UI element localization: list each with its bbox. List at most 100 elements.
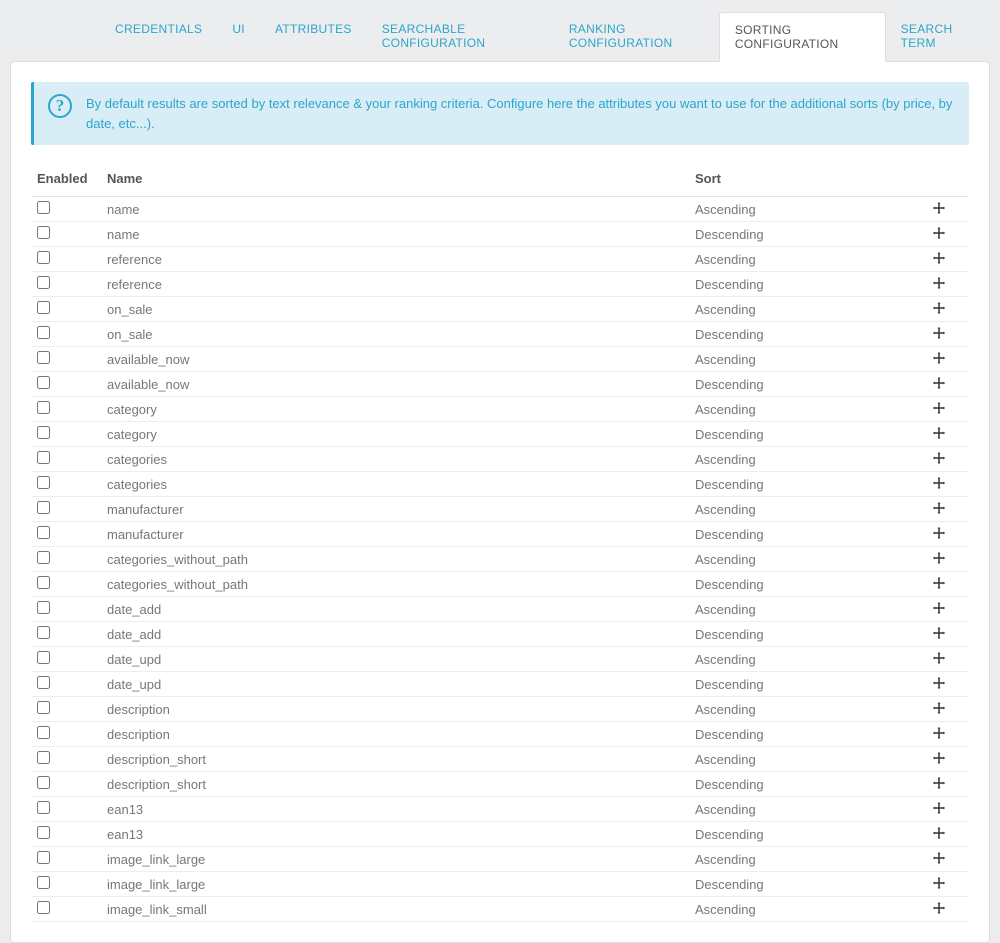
enabled-checkbox[interactable]: [37, 776, 50, 789]
enabled-checkbox[interactable]: [37, 851, 50, 864]
move-icon[interactable]: [933, 877, 945, 892]
enabled-checkbox[interactable]: [37, 376, 50, 389]
cell-sort: Descending: [689, 322, 909, 347]
enabled-checkbox[interactable]: [37, 601, 50, 614]
table-row: date_addAscending: [31, 597, 969, 622]
enabled-checkbox[interactable]: [37, 451, 50, 464]
enabled-checkbox[interactable]: [37, 226, 50, 239]
move-icon[interactable]: [933, 777, 945, 792]
enabled-checkbox[interactable]: [37, 351, 50, 364]
move-icon[interactable]: [933, 352, 945, 367]
cell-sort: Descending: [689, 822, 909, 847]
enabled-checkbox[interactable]: [37, 326, 50, 339]
move-icon[interactable]: [933, 802, 945, 817]
cell-enabled: [31, 497, 101, 522]
cell-sort: Descending: [689, 372, 909, 397]
tab-credentials[interactable]: CREDENTIALS: [100, 12, 217, 62]
enabled-checkbox[interactable]: [37, 476, 50, 489]
move-icon[interactable]: [933, 277, 945, 292]
move-icon[interactable]: [933, 577, 945, 592]
enabled-checkbox[interactable]: [37, 526, 50, 539]
enabled-checkbox[interactable]: [37, 801, 50, 814]
move-icon[interactable]: [933, 402, 945, 417]
enabled-checkbox[interactable]: [37, 701, 50, 714]
enabled-checkbox[interactable]: [37, 201, 50, 214]
enabled-checkbox[interactable]: [37, 676, 50, 689]
tab-attributes[interactable]: ATTRIBUTES: [260, 12, 367, 62]
move-icon[interactable]: [933, 827, 945, 842]
table-row: referenceDescending: [31, 272, 969, 297]
move-icon[interactable]: [933, 502, 945, 517]
cell-enabled: [31, 897, 101, 922]
move-icon[interactable]: [933, 302, 945, 317]
cell-enabled: [31, 572, 101, 597]
move-icon[interactable]: [933, 202, 945, 217]
cell-name: categories: [101, 472, 689, 497]
cell-drag: [909, 447, 969, 472]
enabled-checkbox[interactable]: [37, 276, 50, 289]
tab-ranking-configuration[interactable]: RANKING CONFIGURATION: [554, 12, 719, 62]
enabled-checkbox[interactable]: [37, 501, 50, 514]
move-icon[interactable]: [933, 252, 945, 267]
enabled-checkbox[interactable]: [37, 826, 50, 839]
move-icon[interactable]: [933, 702, 945, 717]
enabled-checkbox[interactable]: [37, 301, 50, 314]
move-icon[interactable]: [933, 377, 945, 392]
enabled-checkbox[interactable]: [37, 876, 50, 889]
tab-sorting-configuration[interactable]: SORTING CONFIGURATION: [719, 12, 886, 62]
move-icon[interactable]: [933, 552, 945, 567]
cell-name: reference: [101, 272, 689, 297]
move-icon[interactable]: [933, 677, 945, 692]
move-icon[interactable]: [933, 427, 945, 442]
cell-name: categories_without_path: [101, 547, 689, 572]
table-row: date_updAscending: [31, 647, 969, 672]
table-row: date_updDescending: [31, 672, 969, 697]
enabled-checkbox[interactable]: [37, 426, 50, 439]
tab-search-term[interactable]: SEARCH TERM: [886, 12, 990, 62]
move-icon[interactable]: [933, 627, 945, 642]
table-row: nameDescending: [31, 222, 969, 247]
enabled-checkbox[interactable]: [37, 401, 50, 414]
move-icon[interactable]: [933, 902, 945, 917]
move-icon[interactable]: [933, 602, 945, 617]
tab-searchable-configuration[interactable]: SEARCHABLE CONFIGURATION: [367, 12, 554, 62]
enabled-checkbox[interactable]: [37, 626, 50, 639]
table-row: manufacturerAscending: [31, 497, 969, 522]
cell-name: description_short: [101, 772, 689, 797]
table-row: referenceAscending: [31, 247, 969, 272]
enabled-checkbox[interactable]: [37, 901, 50, 914]
move-icon[interactable]: [933, 727, 945, 742]
move-icon[interactable]: [933, 852, 945, 867]
th-enabled: Enabled: [31, 163, 101, 197]
enabled-checkbox[interactable]: [37, 651, 50, 664]
move-icon[interactable]: [933, 452, 945, 467]
cell-drag: [909, 547, 969, 572]
cell-enabled: [31, 297, 101, 322]
move-icon[interactable]: [933, 527, 945, 542]
cell-name: categories_without_path: [101, 572, 689, 597]
move-icon[interactable]: [933, 327, 945, 342]
cell-enabled: [31, 372, 101, 397]
table-row: ean13Descending: [31, 822, 969, 847]
cell-name: name: [101, 222, 689, 247]
cell-name: reference: [101, 247, 689, 272]
table-row: nameAscending: [31, 197, 969, 222]
page: CREDENTIALSUIATTRIBUTESSEARCHABLE CONFIG…: [0, 12, 1000, 943]
cell-sort: Descending: [689, 222, 909, 247]
move-icon[interactable]: [933, 227, 945, 242]
enabled-checkbox[interactable]: [37, 576, 50, 589]
move-icon[interactable]: [933, 752, 945, 767]
enabled-checkbox[interactable]: [37, 751, 50, 764]
cell-drag: [909, 897, 969, 922]
enabled-checkbox[interactable]: [37, 726, 50, 739]
enabled-checkbox[interactable]: [37, 551, 50, 564]
tab-ui[interactable]: UI: [217, 12, 260, 62]
table-row: description_shortDescending: [31, 772, 969, 797]
table-row: ean13Ascending: [31, 797, 969, 822]
cell-drag: [909, 422, 969, 447]
table-row: categories_without_pathAscending: [31, 547, 969, 572]
move-icon[interactable]: [933, 652, 945, 667]
enabled-checkbox[interactable]: [37, 251, 50, 264]
move-icon[interactable]: [933, 477, 945, 492]
table-row: categoryAscending: [31, 397, 969, 422]
